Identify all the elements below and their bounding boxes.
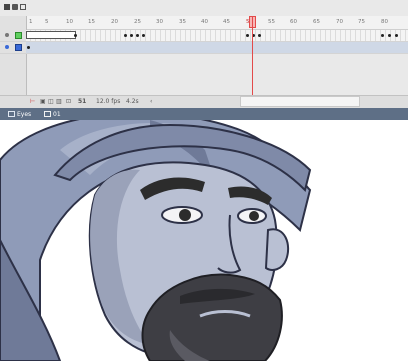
ruler-tick-label: 20 <box>111 19 118 25</box>
breadcrumb-symbol[interactable]: 01 <box>44 110 61 118</box>
timeline-panel: 1 5 10 15 20 25 30 35 40 45 50 55 60 65 … <box>0 0 408 109</box>
onion-skin-icon[interactable]: ▣ <box>40 98 46 105</box>
ruler-tick-label: 60 <box>290 19 297 25</box>
ruler-tick-label: 5 <box>45 19 49 25</box>
ruler-tick-label: 40 <box>201 19 208 25</box>
edit-multiple-icon[interactable]: ▥ <box>56 98 62 105</box>
center-frame-icon[interactable]: ⊢ <box>30 98 35 105</box>
ruler-tick-label: 75 <box>358 19 365 25</box>
elapsed-time: 4.2s <box>126 98 139 105</box>
ruler-tick-label: 10 <box>66 19 73 25</box>
onion-markers-icon[interactable]: ⊡ <box>66 98 71 105</box>
scroll-left-icon[interactable]: ‹ <box>150 98 152 105</box>
ruler-tick-label: 70 <box>336 19 343 25</box>
onion-outline-icon[interactable]: ◫ <box>48 98 54 105</box>
ruler-tick-label: 25 <box>134 19 141 25</box>
keyframe[interactable] <box>246 34 249 37</box>
breadcrumb-scene[interactable]: Eyes <box>8 110 31 118</box>
layer-row-selected[interactable] <box>0 42 408 54</box>
keyframe[interactable] <box>130 34 133 37</box>
frame-cells[interactable] <box>26 42 408 53</box>
breadcrumb-scene-label: Eyes <box>17 110 32 118</box>
ruler-tick-label: 30 <box>156 19 163 25</box>
visibility-dot-icon[interactable] <box>5 45 9 49</box>
edit-breadcrumb: Eyes 01 <box>0 108 408 120</box>
outline-icon[interactable] <box>20 4 26 10</box>
ruler-tick-label: 45 <box>223 19 230 25</box>
keyframe[interactable] <box>136 34 139 37</box>
current-frame: 51 <box>78 98 87 105</box>
eye-icon[interactable] <box>4 4 10 10</box>
ruler-tick-label: 55 <box>268 19 275 25</box>
ruler-tick-label: 35 <box>179 19 186 25</box>
timeline-scrollbar[interactable] <box>240 96 360 107</box>
keyframe[interactable] <box>395 34 398 37</box>
breadcrumb-symbol-label: 01 <box>53 110 61 118</box>
lock-icon[interactable] <box>12 4 18 10</box>
symbol-icon <box>44 111 51 117</box>
layer-row[interactable] <box>0 30 408 42</box>
frame-cells[interactable] <box>26 30 408 41</box>
scene-icon <box>8 111 15 117</box>
frame-span[interactable] <box>26 31 76 39</box>
frame-ruler[interactable]: 1 5 10 15 20 25 30 35 40 45 50 55 60 65 … <box>0 16 408 30</box>
keyframe[interactable] <box>388 34 391 37</box>
keyframe[interactable] <box>381 34 384 37</box>
keyframe[interactable] <box>27 46 30 49</box>
character-illustration <box>0 120 312 361</box>
frame-rate: 12.0 fps <box>96 98 121 105</box>
keyframe[interactable] <box>124 34 127 37</box>
ruler-tick-label: 15 <box>88 19 95 25</box>
stage-canvas[interactable] <box>0 120 408 361</box>
visibility-dot-icon[interactable] <box>5 33 9 37</box>
keyframe[interactable] <box>142 34 145 37</box>
keyframe[interactable] <box>258 34 261 37</box>
keyframe[interactable] <box>74 34 77 37</box>
ruler-tick-label: 65 <box>313 19 320 25</box>
ruler-tick-label: 80 <box>381 19 388 25</box>
layer-color-icon[interactable] <box>15 32 22 39</box>
layer-color-icon[interactable] <box>15 44 22 51</box>
ruler-tick-label: 1 <box>29 19 33 25</box>
